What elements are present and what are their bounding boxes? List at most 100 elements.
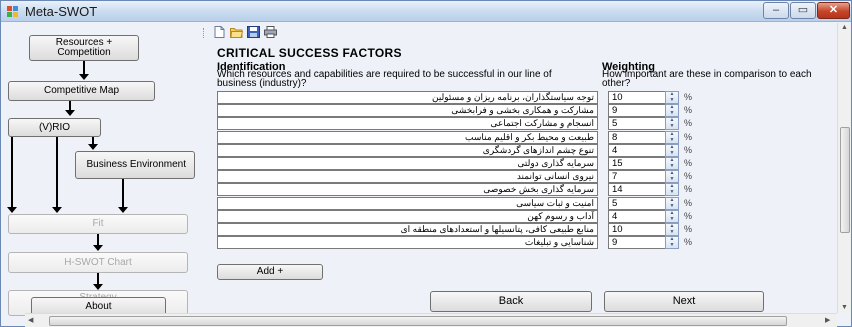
spin-down-icon[interactable]: ▼ [666, 98, 678, 103]
flow-connector [122, 179, 124, 207]
flow-arrow-icon [118, 207, 128, 213]
vertical-scrollbar[interactable]: ▲ ▼ [837, 23, 851, 313]
weight-input[interactable]: 9 [608, 104, 666, 118]
open-folder-icon[interactable] [230, 26, 244, 38]
scroll-down-icon[interactable]: ▼ [841, 304, 848, 312]
weight-spinner[interactable]: ▲ ▼ [665, 157, 679, 170]
percent-label: % [684, 92, 693, 102]
maximize-button[interactable]: ▭ [790, 2, 816, 19]
weight-input[interactable]: 8 [608, 130, 666, 144]
factor-row: امنیت و ثبات سیاسی 5 ▲ ▼% [217, 196, 837, 210]
weight-input[interactable]: 4 [608, 209, 666, 223]
flow-arrow-icon [65, 110, 75, 116]
h-swot-chart-button[interactable]: H-SWOT Chart [8, 252, 188, 273]
fit-button[interactable]: Fit [8, 214, 188, 234]
percent-label: % [684, 184, 693, 195]
factor-text-input[interactable]: سرمایه گذاری دولتی [217, 157, 598, 170]
weight-input[interactable]: 15 [608, 157, 666, 170]
weight-spinner[interactable]: ▲ ▼ [665, 183, 679, 197]
factor-row: نیروی انسانی توانمند 7 ▲ ▼% [217, 170, 837, 184]
new-file-icon[interactable] [213, 26, 226, 38]
factor-row: تنوع چشم اندازهای گردشگری 4 ▲ ▼% [217, 143, 837, 157]
spin-up-icon[interactable]: ▲ [666, 131, 678, 137]
app-icon [7, 6, 19, 17]
spin-down-icon[interactable]: ▼ [666, 216, 678, 222]
spin-down-icon[interactable]: ▼ [666, 164, 678, 169]
spin-up-icon[interactable]: ▲ [666, 197, 678, 203]
vertical-scroll-thumb[interactable] [840, 127, 850, 233]
scroll-up-icon[interactable]: ▲ [841, 24, 848, 32]
spin-down-icon[interactable]: ▼ [666, 190, 678, 195]
weight-spinner[interactable]: ▲ ▼ [665, 130, 679, 144]
factor-text-input[interactable]: نیروی انسانی توانمند [217, 170, 598, 184]
weight-spinner[interactable]: ▲ ▼ [665, 104, 679, 118]
spin-down-icon[interactable]: ▼ [666, 111, 678, 116]
save-icon[interactable] [247, 26, 260, 38]
factor-text-input[interactable]: طبیعت و محیط بکر و اقلیم مناسب [217, 130, 598, 144]
spin-down-icon[interactable]: ▼ [666, 243, 678, 248]
critical-success-factors-panel: CRITICAL SUCCESS FACTORS Identification … [211, 41, 836, 313]
weight-spinner[interactable]: ▲ ▼ [665, 117, 679, 131]
weight-input[interactable]: 5 [608, 117, 666, 131]
factor-text-input[interactable]: آداب و رسوم کهن [217, 209, 598, 223]
flow-connector [56, 137, 58, 207]
flow-arrow-icon [93, 245, 103, 251]
factor-text-input[interactable]: سرمایه گذاری بخش خصوصی [217, 183, 598, 197]
page-title: CRITICAL SUCCESS FACTORS [217, 46, 402, 60]
print-icon[interactable] [264, 26, 277, 38]
app-window: Meta-SWOT – ▭ ✕ Resources + Competition … [0, 0, 852, 327]
weight-spinner[interactable]: ▲ ▼ [665, 223, 679, 236]
resources-competition-button[interactable]: Resources + Competition [29, 35, 139, 61]
spin-down-icon[interactable]: ▼ [666, 124, 678, 129]
weight-input[interactable]: 10 [608, 223, 666, 236]
factor-text-input[interactable]: مشارکت و همکاری بخشی و فرابخشی [217, 104, 598, 118]
factor-text-input[interactable]: توجه سیاستگذاران، برنامه ریزان و مسئولین [217, 91, 598, 104]
back-button[interactable]: Back [430, 291, 592, 312]
title-bar: Meta-SWOT – ▭ ✕ [1, 1, 851, 22]
weight-input[interactable]: 10 [608, 91, 666, 104]
factor-text-input[interactable]: شناسایی و تبلیغات [217, 236, 598, 250]
factor-text-input[interactable]: امنیت و ثبات سیاسی [217, 196, 598, 210]
scroll-right-icon[interactable]: ▶ [825, 317, 830, 325]
toolbar [203, 24, 277, 40]
flow-connector [11, 137, 13, 207]
weight-input[interactable]: 5 [608, 196, 666, 210]
weight-spinner[interactable]: ▲ ▼ [665, 209, 679, 223]
horizontal-scrollbar[interactable]: ◀ ▶ [25, 313, 837, 327]
scroll-left-icon[interactable]: ◀ [28, 317, 33, 325]
spin-down-icon[interactable]: ▼ [666, 203, 678, 209]
weight-spinner[interactable]: ▲ ▼ [665, 196, 679, 210]
factor-row: منابع طبیعی کافی، پتانسیلها و استعدادهای… [217, 223, 837, 236]
flow-arrow-icon [7, 207, 17, 213]
factor-row: سرمایه گذاری بخش خصوصی 14 ▲ ▼% [217, 183, 837, 197]
weight-input[interactable]: 14 [608, 183, 666, 197]
weight-spinner[interactable]: ▲ ▼ [665, 91, 679, 104]
weight-input[interactable]: 4 [608, 143, 666, 157]
competitive-map-button[interactable]: Competitive Map [8, 81, 155, 101]
factor-row: مشارکت و همکاری بخشی و فرابخشی 9 ▲ ▼% [217, 104, 837, 118]
factor-text-input[interactable]: انسجام و مشارکت اجتماعی [217, 117, 598, 131]
weight-input[interactable]: 7 [608, 170, 666, 184]
spin-down-icon[interactable]: ▼ [666, 137, 678, 143]
factor-row: توجه سیاستگذاران، برنامه ریزان و مسئولین… [217, 91, 837, 104]
next-button[interactable]: Next [604, 291, 764, 312]
business-environment-button[interactable]: Business Environment [75, 151, 195, 179]
weight-spinner[interactable]: ▲ ▼ [665, 143, 679, 157]
percent-label: % [684, 131, 693, 142]
percent-label: % [684, 144, 693, 155]
vrio-button[interactable]: (V)RIO [8, 118, 101, 137]
close-button[interactable]: ✕ [817, 2, 850, 19]
spin-down-icon[interactable]: ▼ [666, 230, 678, 235]
minimize-button[interactable]: – [763, 2, 789, 19]
weight-spinner[interactable]: ▲ ▼ [665, 236, 679, 250]
weight-spinner[interactable]: ▲ ▼ [665, 170, 679, 184]
spin-down-icon[interactable]: ▼ [666, 177, 678, 182]
add-factor-button[interactable]: Add + [217, 264, 323, 280]
flow-arrow-icon [79, 74, 89, 80]
horizontal-scroll-thumb[interactable] [49, 316, 787, 326]
spin-down-icon[interactable]: ▼ [666, 150, 678, 156]
factor-text-input[interactable]: تنوع چشم اندازهای گردشگری [217, 143, 598, 157]
weight-input[interactable]: 9 [608, 236, 666, 250]
factor-text-input[interactable]: منابع طبیعی کافی، پتانسیلها و استعدادهای… [217, 223, 598, 236]
percent-label: % [684, 118, 693, 129]
